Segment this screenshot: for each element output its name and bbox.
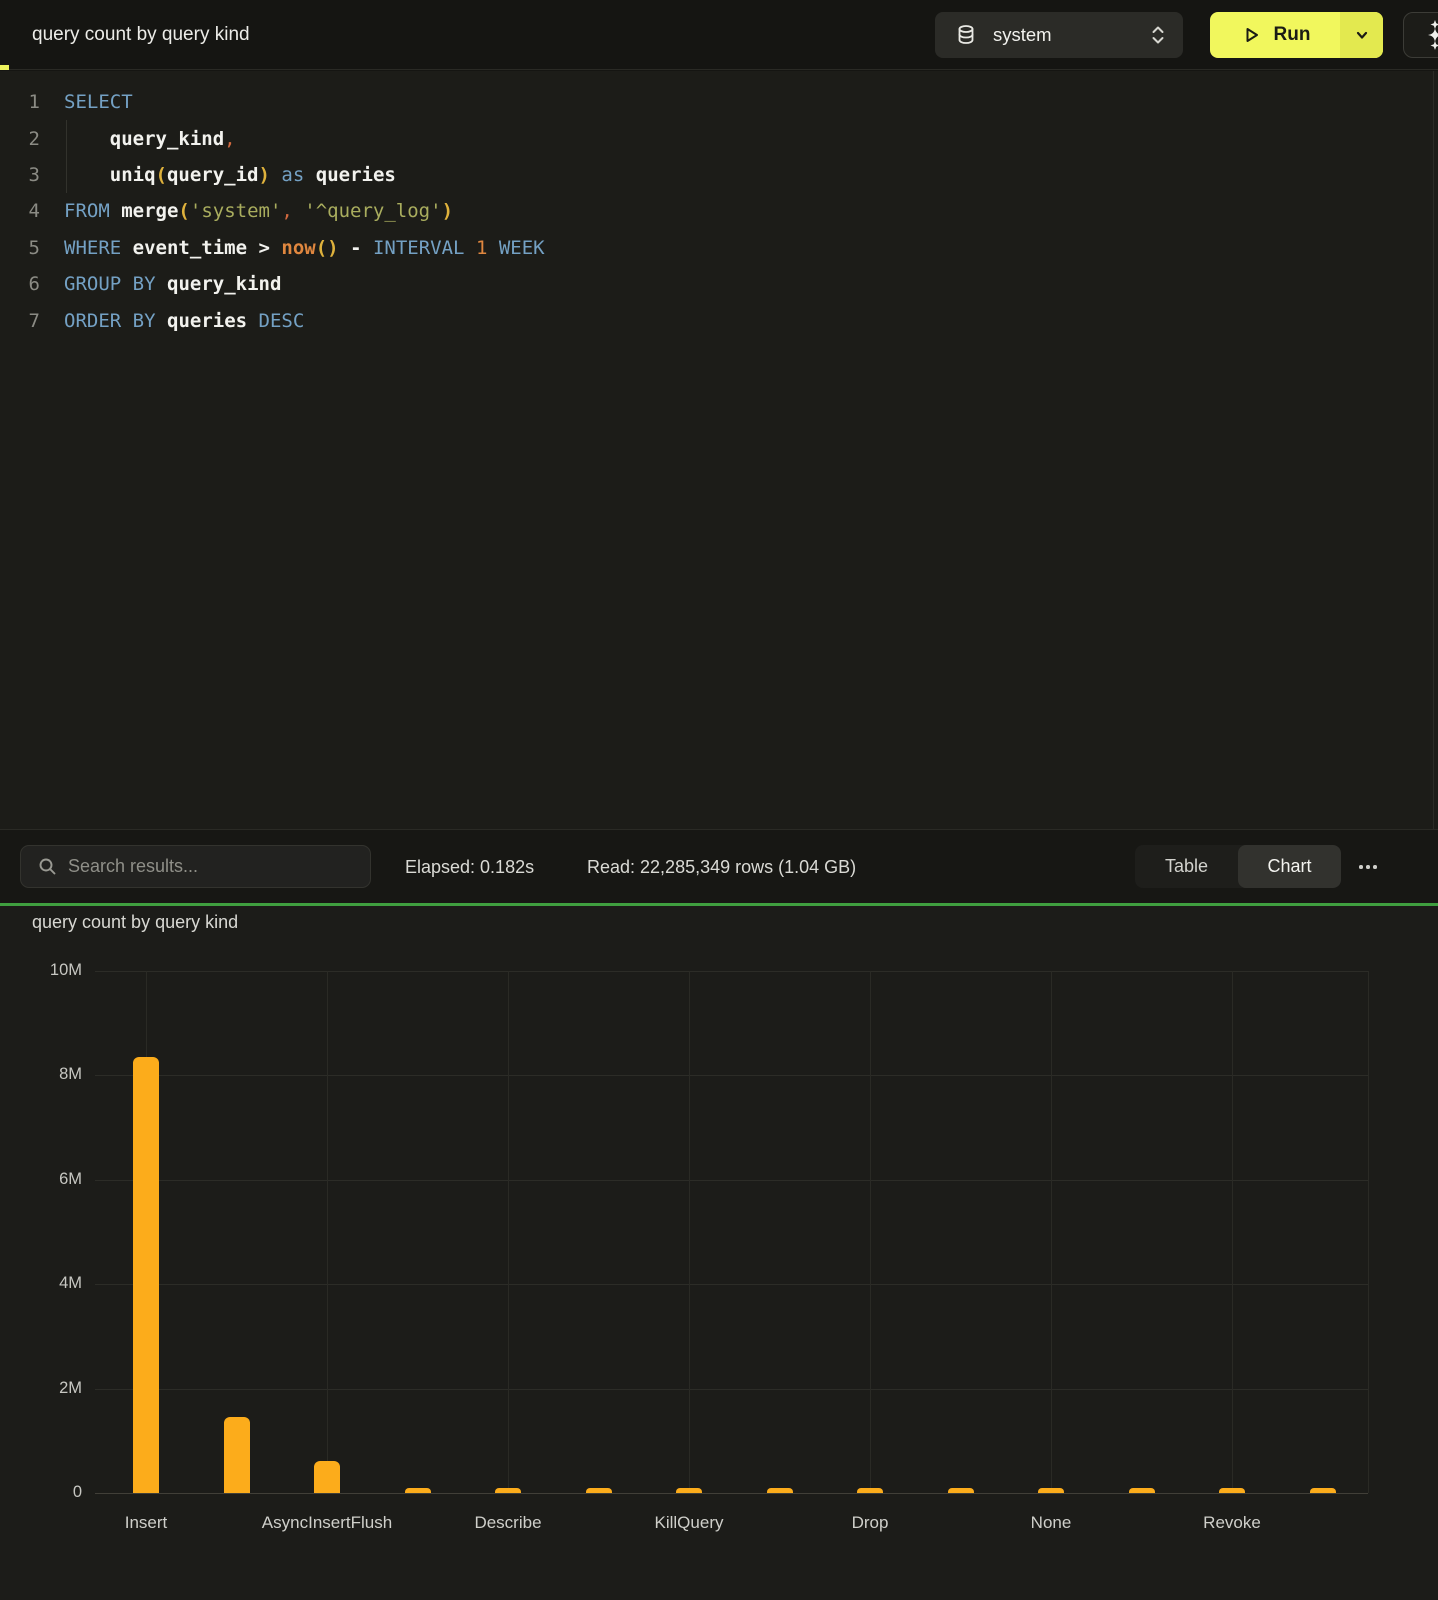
- x-gridline: [870, 971, 871, 1493]
- more-options-button[interactable]: [1352, 854, 1384, 880]
- view-toggle: Table Chart: [1135, 845, 1341, 888]
- x-gridline: [1051, 971, 1052, 1493]
- play-icon: [1240, 24, 1262, 46]
- code-line[interactable]: 4 FROM merge('system', '^query_log'): [0, 193, 1438, 229]
- sql-editor[interactable]: 1SELECT2 query_kind,3 uniq(query_id) as …: [0, 71, 1438, 829]
- indent-guide: [66, 120, 67, 193]
- chart-bar[interactable]: [495, 1488, 521, 1493]
- code-text: WHERE event_time > now() - INTERVAL 1 WE…: [64, 237, 545, 259]
- sparkle-icon: [1422, 20, 1438, 50]
- chart-bar[interactable]: [767, 1488, 793, 1493]
- line-number: 3: [0, 164, 48, 186]
- bar-chart: 0 2M 4M 6M 8M 10M InsertAsyncInsertFlushDescri…: [0, 906, 1438, 1600]
- y-gridline: [95, 1180, 1368, 1181]
- chart-bar[interactable]: [1219, 1488, 1245, 1493]
- code-line[interactable]: 1 SELECT: [0, 84, 1438, 120]
- run-button-main[interactable]: Run: [1210, 12, 1340, 58]
- x-axis-category-label: Describe: [413, 1513, 603, 1533]
- run-button-label: Run: [1274, 24, 1311, 46]
- line-number: 7: [0, 310, 48, 332]
- results-toolbar: Elapsed: 0.182s Read: 22,285,349 rows (1…: [0, 829, 1438, 903]
- y-axis-tick-label: 4M: [0, 1274, 82, 1293]
- x-axis-category-label: None: [956, 1513, 1146, 1533]
- y-axis-tick-label: 8M: [0, 1065, 82, 1084]
- editor-accent-tick: [0, 65, 9, 70]
- chart-bar[interactable]: [224, 1417, 250, 1493]
- x-axis-category-label: AsyncInsertFlush: [232, 1513, 422, 1533]
- sql-console-window: query count by query kind system: [0, 0, 1438, 1600]
- code-text: ORDER BY queries DESC: [64, 310, 304, 332]
- code-text: uniq(query_id) as queries: [64, 164, 396, 186]
- code-text: GROUP BY query_kind: [64, 273, 281, 295]
- search-icon: [38, 857, 57, 876]
- chart-bar[interactable]: [1038, 1488, 1064, 1493]
- y-gridline: [95, 1493, 1368, 1494]
- y-gridline: [95, 1075, 1368, 1076]
- select-chevrons-icon: [1149, 23, 1167, 47]
- chart-bar[interactable]: [314, 1461, 340, 1493]
- ai-assistant-button[interactable]: [1403, 12, 1438, 58]
- editor-scrollbar-track[interactable]: [1433, 71, 1434, 829]
- y-axis-tick-label: 0: [0, 1483, 82, 1502]
- chart-bar[interactable]: [405, 1488, 431, 1493]
- chart-bar[interactable]: [586, 1488, 612, 1493]
- chart-bar[interactable]: [676, 1488, 702, 1493]
- x-axis-category-label: KillQuery: [594, 1513, 784, 1533]
- chart-bar[interactable]: [857, 1488, 883, 1493]
- chart-bar[interactable]: [133, 1057, 159, 1493]
- run-options-button[interactable]: [1340, 12, 1383, 58]
- y-gridline: [95, 971, 1368, 972]
- x-gridline: [689, 971, 690, 1493]
- code-line[interactable]: 3 uniq(query_id) as queries: [0, 157, 1438, 193]
- y-axis-tick-label: 2M: [0, 1379, 82, 1398]
- search-results-input[interactable]: [68, 856, 360, 877]
- chart-bar[interactable]: [948, 1488, 974, 1493]
- chart-panel: query count by query kind 02M4M6M8M10MIn…: [0, 906, 1438, 1600]
- y-gridline: [95, 1389, 1368, 1390]
- elapsed-stat: Elapsed: 0.182s: [405, 830, 534, 904]
- read-stat: Read: 22,285,349 rows (1.04 GB): [587, 830, 856, 904]
- line-number: 4: [0, 200, 48, 222]
- code-line[interactable]: 6 GROUP BY query_kind: [0, 266, 1438, 302]
- line-number: 5: [0, 237, 48, 259]
- line-number: 1: [0, 91, 48, 113]
- top-toolbar: query count by query kind system: [0, 0, 1438, 70]
- y-gridline: [95, 1284, 1368, 1285]
- y-axis-tick-label: 10M: [0, 961, 82, 980]
- y-axis-tick-label: 6M: [0, 1170, 82, 1189]
- line-number: 6: [0, 273, 48, 295]
- tab-chart[interactable]: Chart: [1238, 845, 1341, 888]
- chart-bar[interactable]: [1310, 1488, 1336, 1493]
- query-title: query count by query kind: [32, 0, 250, 70]
- code-line[interactable]: 2 query_kind,: [0, 120, 1438, 156]
- x-axis-category-label: Drop: [775, 1513, 965, 1533]
- chart-bar[interactable]: [1129, 1488, 1155, 1493]
- editor-lines: 1SELECT2 query_kind,3 uniq(query_id) as …: [0, 84, 1438, 339]
- chevron-down-icon: [1354, 27, 1370, 43]
- code-text: SELECT: [64, 91, 133, 113]
- search-results-box[interactable]: [20, 845, 371, 888]
- ellipsis-icon: [1359, 865, 1363, 869]
- x-gridline: [1368, 971, 1369, 1493]
- code-text: FROM merge('system', '^query_log'): [64, 200, 453, 222]
- x-gridline: [1232, 971, 1233, 1493]
- line-number: 2: [0, 128, 48, 150]
- tab-table[interactable]: Table: [1135, 845, 1238, 888]
- code-line[interactable]: 7 ORDER BY queries DESC: [0, 302, 1438, 338]
- x-gridline: [327, 971, 328, 1493]
- code-text: query_kind,: [64, 128, 236, 150]
- x-gridline: [508, 971, 509, 1493]
- database-selector[interactable]: system: [935, 12, 1183, 58]
- code-line[interactable]: 5 WHERE event_time > now() - INTERVAL 1 W…: [0, 230, 1438, 266]
- run-button[interactable]: Run: [1210, 12, 1383, 58]
- database-icon: [956, 24, 976, 46]
- x-axis-category-label: Insert: [51, 1513, 241, 1533]
- database-selector-value: system: [993, 24, 1052, 46]
- x-axis-category-label: Revoke: [1137, 1513, 1327, 1533]
